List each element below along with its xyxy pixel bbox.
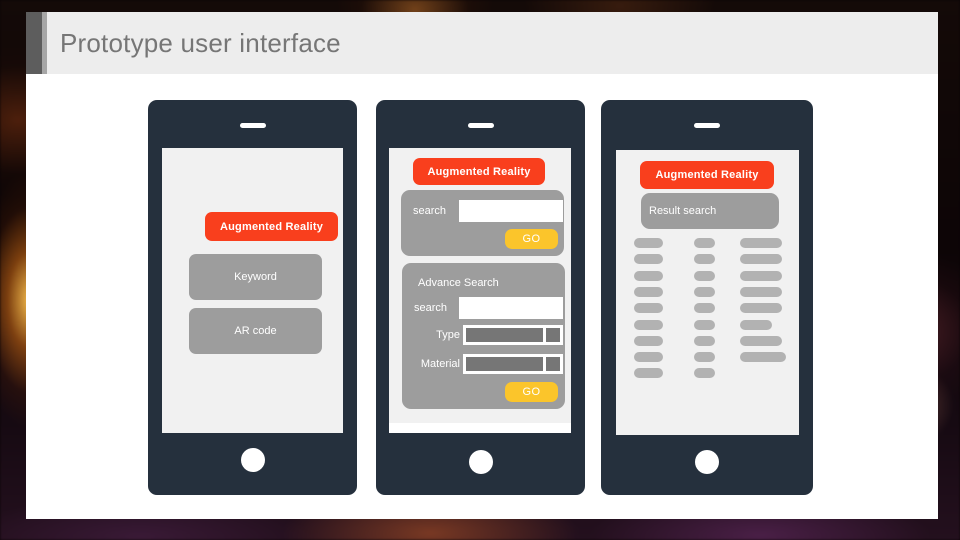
select-material[interactable] <box>463 354 563 374</box>
title-accent-bar <box>26 12 42 74</box>
result-placeholder-bar <box>740 319 773 330</box>
phone-home-button[interactable] <box>468 450 493 474</box>
label-advance-search: search <box>414 302 448 314</box>
result-placeholder-bar <box>740 254 782 265</box>
button-augmented-reality[interactable]: Augmented Reality <box>640 161 774 189</box>
result-placeholder-bar <box>694 303 715 314</box>
input-advance-search[interactable] <box>459 297 563 319</box>
screen-bottom-strip <box>389 423 571 433</box>
result-placeholder-bar <box>634 352 664 363</box>
label-result-search: Result search <box>649 205 717 217</box>
result-placeholder-bar <box>634 238 664 248</box>
result-placeholder-bar <box>740 335 782 346</box>
button-augmented-reality[interactable]: Augmented Reality <box>413 158 545 185</box>
title-accent-thin-bar <box>42 12 47 74</box>
phone-screen-search: Augmented Reality search GO Advance Sear… <box>389 148 571 433</box>
label-advance-search-title: Advance Search <box>418 277 499 289</box>
label-material: Material <box>420 358 460 370</box>
result-placeholder-bar <box>740 238 782 248</box>
chevron-down-icon <box>546 357 560 371</box>
button-keyword[interactable]: Keyword <box>189 254 322 300</box>
phone-mockup-results: Augmented Reality Result search <box>601 100 813 495</box>
result-placeholder-bar <box>634 319 664 330</box>
label-type: Type <box>436 329 460 341</box>
result-placeholder-bar <box>694 286 715 297</box>
phone-home-button[interactable] <box>240 448 265 472</box>
input-quick-search[interactable] <box>459 200 563 222</box>
button-ar-code[interactable]: AR code <box>189 308 322 354</box>
result-placeholder-bar <box>740 286 782 297</box>
result-placeholder-bar <box>634 286 664 297</box>
result-placeholder-bar <box>634 270 664 281</box>
select-type-value <box>466 328 543 342</box>
phone-screen-home: Augmented Reality Keyword AR code <box>162 148 343 433</box>
result-placeholder-bar <box>634 335 664 346</box>
phone-home-button[interactable] <box>695 450 719 474</box>
label-quick-search: search <box>413 205 447 217</box>
result-placeholder-bar <box>634 368 664 379</box>
result-placeholder-bar <box>634 303 664 314</box>
phone-screen-results: Augmented Reality Result search <box>616 150 799 435</box>
phone-speaker-icon <box>467 123 494 128</box>
result-placeholder-bar <box>740 352 786 363</box>
result-placeholder-bar <box>694 254 715 265</box>
chevron-down-icon <box>546 328 560 342</box>
button-quick-search-go[interactable]: GO <box>505 229 558 249</box>
button-augmented-reality[interactable]: Augmented Reality <box>205 212 338 241</box>
result-placeholder-bar <box>740 270 782 281</box>
result-placeholder-bar <box>694 319 715 330</box>
slide-root: Prototype user interface Augmented Reali… <box>0 0 960 540</box>
result-placeholder-bar <box>694 270 715 281</box>
button-advance-search-go[interactable]: GO <box>505 382 558 402</box>
result-placeholder-bar <box>694 238 715 248</box>
phone-speaker-icon <box>239 123 266 128</box>
select-type[interactable] <box>463 325 563 345</box>
result-placeholder-bar <box>694 335 715 346</box>
result-placeholder-bar <box>634 254 664 265</box>
phone-mockup-search: Augmented Reality search GO Advance Sear… <box>376 100 585 495</box>
result-placeholder-bar <box>740 303 782 314</box>
select-material-value <box>466 357 543 371</box>
result-placeholder-bar <box>694 352 715 363</box>
page-title: Prototype user interface <box>60 27 341 58</box>
phone-mockup-home: Augmented Reality Keyword AR code <box>148 100 357 495</box>
phone-speaker-icon <box>694 123 720 128</box>
result-placeholder-bar <box>694 368 715 379</box>
